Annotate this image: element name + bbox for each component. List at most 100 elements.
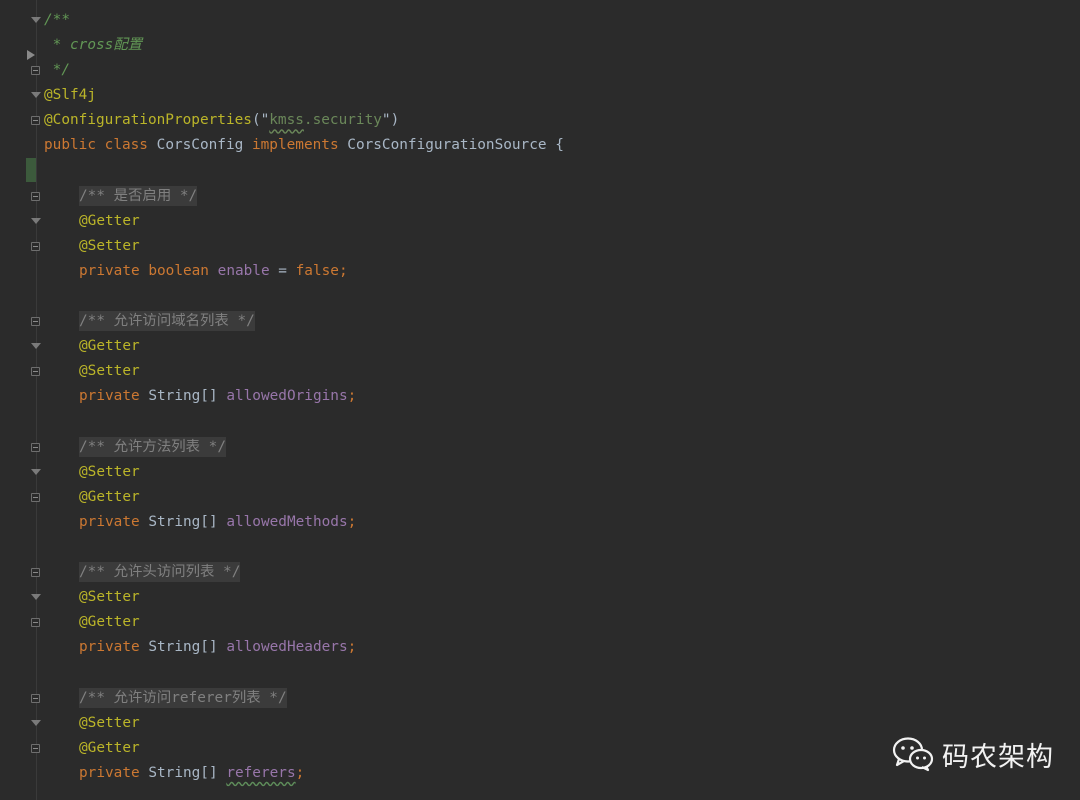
block-comment: /** 是否启用 */ [79,185,198,206]
semicolon: ; [347,639,357,656]
fold-toggle-icon[interactable] [31,568,40,578]
fold-toggle-icon[interactable] [31,317,40,327]
code-line[interactable]: private String[] allowedHeaders; [44,635,1080,660]
interface-name: CorsConfigurationSource [347,137,547,154]
vcs-change-marker[interactable] [26,158,36,182]
code-editor[interactable]: /** * cross配置 */ @Slf4j @ConfigurationProp… [0,0,1080,800]
fold-toggle-icon[interactable] [31,217,41,227]
code-line[interactable]: /** [44,8,1080,33]
code-line[interactable] [44,410,1080,435]
fold-toggle-icon[interactable] [31,693,40,703]
block-comment: /** 允许访问域名列表 */ [79,311,255,332]
field-type: String[] [148,639,218,656]
paren-close: ") [381,112,400,129]
semicolon: ; [338,262,348,279]
code-line[interactable]: * cross配置 [44,33,1080,58]
annotation: @Getter [79,338,140,355]
keyword-false: false [295,262,339,279]
keyword-private: private [79,639,140,656]
code-line[interactable]: @Getter [44,209,1080,234]
paren-open: (" [251,112,270,129]
fold-toggle-icon[interactable] [31,719,41,729]
code-line[interactable]: /** 允许访问域名列表 */ [44,309,1080,334]
code-line[interactable]: @Setter [44,460,1080,485]
code-line[interactable]: @Setter [44,585,1080,610]
annotation: @ConfigurationProperties [44,112,252,129]
code-area[interactable]: /** * cross配置 */ @Slf4j @ConfigurationProp… [44,8,1080,786]
keyword-private: private [79,513,140,530]
keyword-private: private [79,764,140,781]
fold-toggle-icon[interactable] [31,191,40,201]
keyword-private: private [79,388,140,405]
code-line[interactable]: /** 是否启用 */ [44,184,1080,209]
class-name: CorsConfig [156,137,244,154]
annotation: @Setter [79,463,140,480]
keyword-public: public [44,137,96,154]
code-line[interactable]: @Getter [44,334,1080,359]
code-line[interactable]: @Slf4j [44,83,1080,108]
field-name: referers [226,764,296,781]
wechat-icon [892,737,934,772]
fold-toggle-icon[interactable] [31,241,40,251]
annotation: @Setter [79,714,140,731]
fold-toggle-icon[interactable] [31,342,41,352]
fold-toggle-icon[interactable] [31,442,40,452]
annotation: @Getter [79,614,140,631]
code-line[interactable] [44,535,1080,560]
fold-toggle-icon[interactable] [31,91,41,101]
assign: = [269,262,296,279]
code-line[interactable]: @Getter [44,610,1080,635]
code-line[interactable]: */ [44,58,1080,83]
code-line[interactable]: /** 允许访问referer列表 */ [44,686,1080,711]
doc-comment-text: cross配置 [70,37,143,54]
field-type: String[] [148,388,218,405]
editor-gutter [0,0,41,800]
doc-comment: /** [44,12,70,28]
watermark-text: 码农架构 [942,741,1054,773]
annotation: @Getter [79,488,140,505]
fold-toggle-icon[interactable] [31,468,41,478]
string-literal-warning: kmss [269,112,304,129]
keyword-class: class [104,137,148,154]
code-line[interactable]: @ConfigurationProperties("kmss.security"… [44,108,1080,133]
fold-toggle-icon[interactable] [31,16,41,26]
open-brace: { [555,137,564,154]
field-name: allowedMethods [226,513,348,530]
annotation: @Setter [79,363,140,380]
fold-toggle-icon[interactable] [31,367,40,377]
fold-toggle-icon[interactable] [31,116,40,126]
fold-toggle-icon[interactable] [31,66,40,76]
code-line[interactable] [44,660,1080,685]
fold-toggle-icon[interactable] [31,492,40,502]
code-line[interactable]: private boolean enable = false; [44,259,1080,284]
run-gutter-icon[interactable] [27,50,35,60]
annotation: @Getter [79,739,140,756]
keyword-boolean: boolean [148,262,209,279]
semicolon: ; [295,764,305,781]
code-line[interactable] [44,284,1080,309]
annotation: @Getter [79,212,140,229]
fold-toggle-icon[interactable] [31,743,40,753]
code-line[interactable]: /** 允许头访问列表 */ [44,560,1080,585]
code-line[interactable]: @Setter [44,359,1080,384]
annotation: @Setter [79,589,140,606]
code-line[interactable]: private String[] allowedOrigins; [44,384,1080,409]
code-line[interactable]: @Getter [44,485,1080,510]
block-comment: /** 允许头访问列表 */ [79,562,241,583]
fold-toggle-icon[interactable] [31,593,41,603]
keyword-implements: implements [251,137,339,154]
field-type: String[] [148,764,218,781]
semicolon: ; [347,388,357,405]
code-line[interactable]: @Setter [44,234,1080,259]
code-line[interactable]: @Setter [44,711,1080,736]
code-line[interactable] [44,159,1080,184]
string-literal: .security [303,112,382,129]
code-line[interactable]: private String[] allowedMethods; [44,510,1080,535]
doc-comment: */ [44,62,70,79]
fold-toggle-icon[interactable] [31,618,40,628]
block-comment: /** 允许访问referer列表 */ [79,687,287,708]
code-line[interactable]: /** 允许方法列表 */ [44,435,1080,460]
field-name: enable [217,262,270,279]
code-line[interactable]: public class CorsConfig implements CorsC… [44,133,1080,158]
annotation: @Setter [79,237,140,254]
